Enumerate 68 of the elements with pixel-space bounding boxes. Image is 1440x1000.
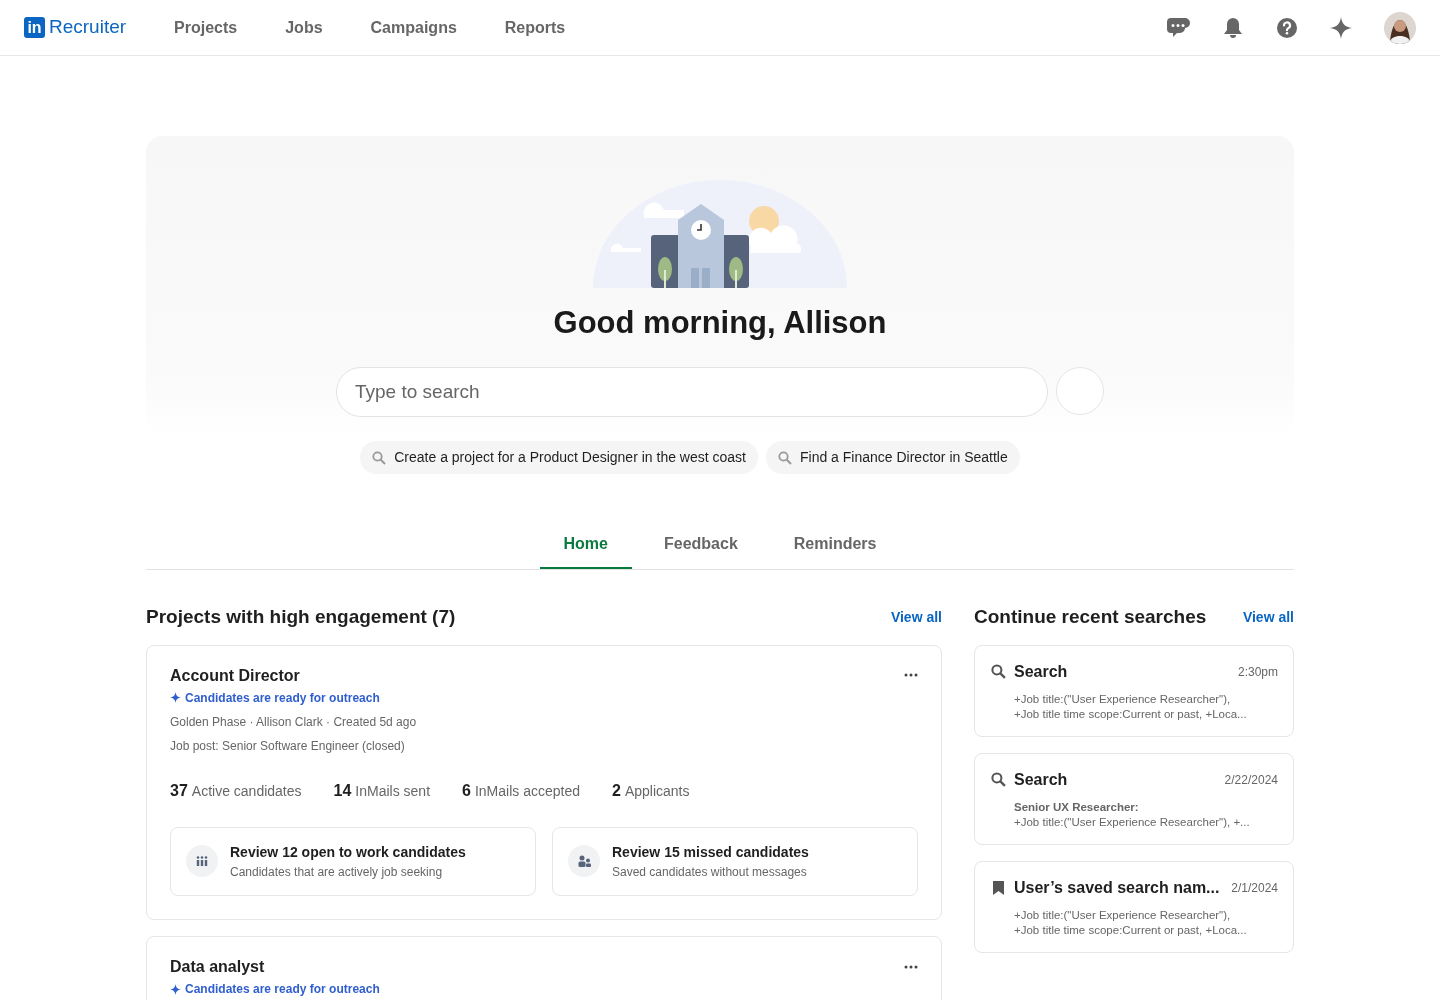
search-time: 2:30pm [1237, 663, 1278, 681]
stat-label: InMails sent [355, 782, 431, 801]
search-title: Search [1014, 661, 1068, 682]
stat-label: Applicants [624, 782, 690, 801]
stat-value: 2 [612, 781, 621, 801]
search-icon [990, 664, 1006, 680]
greeting: Good morning, Allison [552, 304, 888, 342]
outreach-note: Candidates are ready for outreach [185, 690, 380, 707]
stat-label: Active candidates [191, 782, 302, 801]
search-criteria: +Job title:("User Experience Researcher"), [1014, 691, 1232, 707]
nav-link[interactable]: Projects [174, 15, 238, 40]
search-card[interactable]: User’s saved search nam... 2/1/2024 +Job title:("User Experience Researcher"), +Job title time scope:Current or past, +Loca... [974, 860, 1294, 953]
sparkle-icon [170, 983, 181, 995]
search-criteria: +Job title time scope:Current or past, +Loca... [1014, 922, 1248, 938]
more-icon[interactable] [904, 673, 918, 678]
bell-icon[interactable] [1222, 16, 1244, 39]
project-title[interactable]: Data analyst [170, 957, 265, 977]
search-criteria: +Job title time scope:Current or past, +Loca... [1014, 706, 1248, 722]
suggestion-chip[interactable]: Find a Finance Director in Seattle [766, 441, 1020, 475]
stat-label: InMails accepted [474, 782, 580, 801]
search-card[interactable]: Search 2:30pm +Job title:("User Experience Researcher"), +Job title time scope:Current or past, +Loca... [974, 644, 1294, 737]
action-card[interactable]: Review 12 open to work candidates Candidates that are actively job seeking [170, 827, 536, 896]
action-subtitle: Candidates that are actively job seeking [230, 864, 444, 881]
suggestion-chip[interactable]: Create a project for a Product Designer in the west coast [360, 441, 758, 475]
sparkle-icon [170, 692, 181, 704]
project-meta: Golden Phase · Allison Clark · Created 5d ago [170, 714, 418, 731]
search-icon [372, 450, 387, 465]
stat-value: 14 [333, 781, 352, 801]
section-title: Projects with high engagement (7) [146, 606, 456, 629]
action-subtitle: Saved candidates without messages [612, 864, 808, 881]
search-field[interactable]: Type to search [336, 367, 1048, 418]
help-icon[interactable] [1276, 16, 1298, 39]
tab[interactable]: Reminders [769, 524, 901, 569]
search-title: User’s saved search nam... [1014, 877, 1220, 898]
nav-link[interactable]: Jobs [285, 15, 323, 40]
bar-chart-icon [196, 856, 208, 867]
sparkle-icon[interactable] [1330, 16, 1352, 39]
search-criteria: +Job title:("User Experience Researcher"), +... [1014, 814, 1251, 830]
view-all-link[interactable]: View all [1242, 606, 1294, 628]
app-name: Recruiter [49, 15, 127, 40]
people-icon [577, 855, 591, 868]
project-title[interactable]: Account Director [170, 665, 300, 685]
stat-value: 37 [170, 781, 188, 801]
chat-icon[interactable] [1166, 16, 1190, 39]
search-time: 2/1/2024 [1231, 879, 1278, 897]
section-title: Continue recent searches [974, 606, 1207, 629]
more-icon[interactable] [904, 964, 918, 969]
nav-link[interactable]: Campaigns [370, 15, 457, 40]
stat-value: 6 [462, 781, 471, 801]
nav-link[interactable]: Reports [504, 15, 566, 40]
search-icon [990, 772, 1006, 788]
tab[interactable]: Home [539, 524, 632, 569]
action-card[interactable]: Review 15 missed candidates Saved candidates without messages [552, 827, 918, 896]
view-all-link[interactable]: View all [890, 606, 942, 628]
project-meta: Job post: Senior Software Engineer (closed) [170, 738, 406, 755]
action-title: Review 15 missed candidates [612, 843, 809, 862]
outreach-note: Candidates are ready for outreach [185, 981, 380, 999]
search-icon [778, 450, 792, 465]
search-card[interactable]: Search 2/22/2024 Senior UX Researcher: +Job title:("User Experience Researcher"), +... [974, 752, 1294, 845]
search-criteria: Senior UX Researcher: [1014, 799, 1140, 815]
logo-icon: in [24, 17, 45, 38]
bookmark-icon [992, 880, 1004, 895]
avatar[interactable] [1384, 11, 1416, 44]
tab[interactable]: Feedback [639, 524, 762, 569]
search-time: 2/22/2024 [1224, 771, 1278, 789]
action-title: Review 12 open to work candidates [230, 843, 466, 862]
search-title: Search [1014, 769, 1068, 790]
search-criteria: +Job title:("User Experience Researcher"), [1014, 907, 1232, 923]
